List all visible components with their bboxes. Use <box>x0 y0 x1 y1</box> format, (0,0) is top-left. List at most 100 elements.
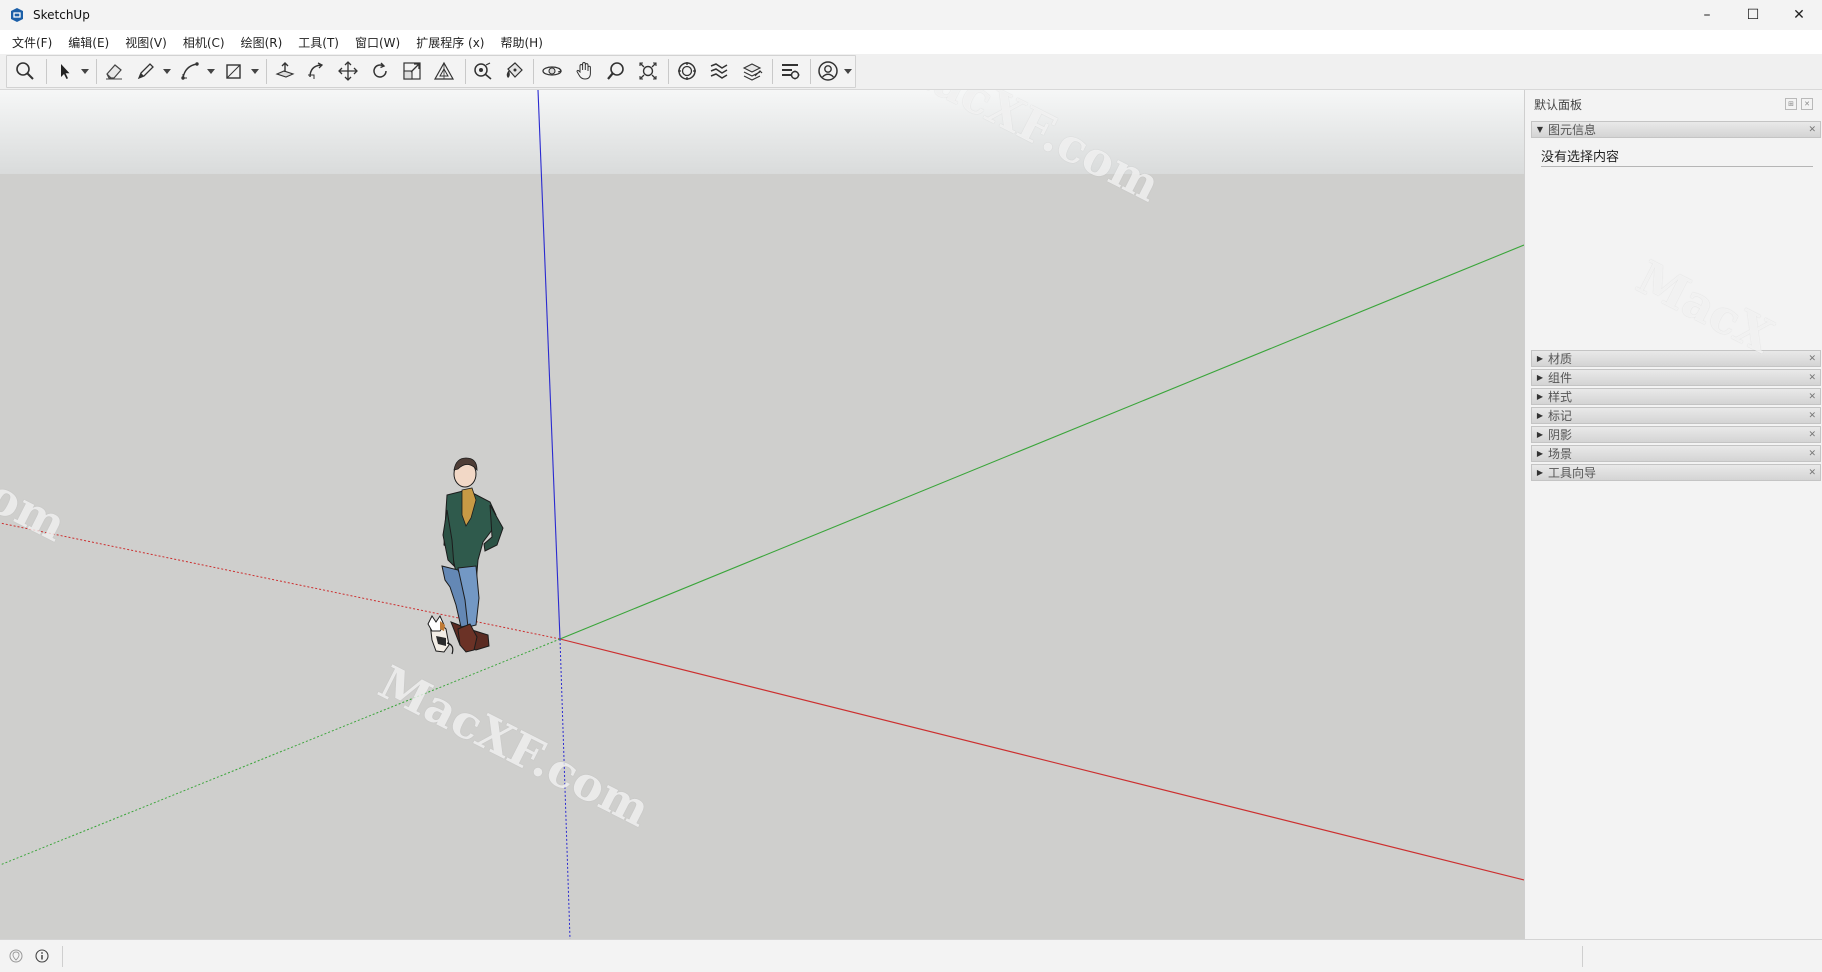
toolbar-separator <box>266 59 267 84</box>
status-separator <box>1582 946 1583 967</box>
close-button[interactable]: ✕ <box>1776 0 1822 30</box>
toolbar-separator <box>772 59 773 84</box>
close-icon[interactable]: ✕ <box>1808 430 1816 440</box>
toolbar-separator <box>668 59 669 84</box>
chevron-right-icon: ▶ <box>1536 354 1544 363</box>
status-separator <box>62 946 63 967</box>
pin-icon[interactable]: ⊞ <box>1785 98 1797 110</box>
rotate-icon[interactable] <box>367 58 393 84</box>
zoom-extents-icon[interactable] <box>635 58 661 84</box>
minimize-button[interactable]: – <box>1684 0 1730 30</box>
window-title: SketchUp <box>33 8 90 22</box>
toolbar-separator <box>465 59 466 84</box>
toolbar-separator <box>46 59 47 84</box>
menu-camera[interactable]: 相机(C) <box>175 34 233 51</box>
chevron-right-icon: ▶ <box>1536 468 1544 477</box>
close-icon[interactable]: ✕ <box>1808 468 1816 478</box>
tray-materials[interactable]: ▶ 材质 ✕ <box>1531 350 1821 367</box>
tray-shadows[interactable]: ▶ 阴影 ✕ <box>1531 426 1821 443</box>
chevron-right-icon: ▶ <box>1536 449 1544 458</box>
offset-icon[interactable] <box>431 58 457 84</box>
chevron-right-icon: ▶ <box>1536 411 1544 420</box>
sketchup-logo-icon <box>11 8 23 22</box>
chevron-right-icon: ▶ <box>1536 373 1544 382</box>
search-icon[interactable] <box>12 58 38 84</box>
paint-bucket-icon[interactable] <box>501 58 527 84</box>
extension-warehouse-icon[interactable] <box>706 58 732 84</box>
drawing-viewport[interactable]: MacXF.com MacXF.com om <box>0 90 1524 939</box>
panel-title: 默认面板 <box>1534 97 1583 112</box>
pan-icon[interactable] <box>571 58 597 84</box>
close-icon[interactable]: ✕ <box>1808 354 1816 364</box>
tray-label: 阴影 <box>1548 428 1573 442</box>
close-icon[interactable]: ✕ <box>1808 392 1816 402</box>
menu-bar: 文件(F) 编辑(E) 视图(V) 相机(C) 绘图(R) 工具(T) 窗口(W… <box>0 30 1822 54</box>
window-controls: – ☐ ✕ <box>1684 0 1822 30</box>
chevron-down-icon[interactable] <box>843 58 853 84</box>
close-icon[interactable]: ✕ <box>1808 373 1816 383</box>
chevron-down-icon[interactable] <box>162 58 172 84</box>
move-icon[interactable] <box>335 58 361 84</box>
tray-label: 材质 <box>1548 352 1573 366</box>
toolbar-separator <box>96 59 97 84</box>
extension-manager-icon[interactable] <box>777 58 803 84</box>
menu-view[interactable]: 视图(V) <box>117 34 175 51</box>
warehouse-icon[interactable] <box>674 58 700 84</box>
orbit-icon[interactable] <box>539 58 565 84</box>
chevron-right-icon: ▶ <box>1536 430 1544 439</box>
menu-draw[interactable]: 绘图(R) <box>233 34 291 51</box>
tray-label: 样式 <box>1548 390 1573 404</box>
rectangle-icon[interactable] <box>221 58 247 84</box>
account-icon[interactable] <box>815 58 841 84</box>
tray-tags[interactable]: ▶ 标记 ✕ <box>1531 407 1821 424</box>
entity-info-content: 没有选择内容 <box>1541 146 1813 167</box>
tray-entity-info[interactable]: ▼ 图元信息 ✕ <box>1531 121 1821 138</box>
model-scene <box>0 90 1524 939</box>
tray-label: 标记 <box>1548 409 1573 423</box>
scale-icon[interactable] <box>399 58 425 84</box>
layout-icon[interactable] <box>739 58 765 84</box>
default-tray-panel: 默认面板 ⊞ ✕ ▼ 图元信息 ✕ 没有选择内容 ▶ 材质 ✕ ▶ 组件 ✕ ▶… <box>1524 90 1822 939</box>
menu-tools[interactable]: 工具(T) <box>290 34 347 51</box>
menu-extensions[interactable]: 扩展程序 (x) <box>408 34 492 51</box>
chevron-down-icon: ▼ <box>1536 125 1544 134</box>
tray-styles[interactable]: ▶ 样式 ✕ <box>1531 388 1821 405</box>
panel-header: 默认面板 ⊞ ✕ <box>1531 94 1817 114</box>
close-icon[interactable]: ✕ <box>1801 98 1813 110</box>
menu-help[interactable]: 帮助(H) <box>492 34 550 51</box>
zoom-icon[interactable] <box>603 58 629 84</box>
info-icon[interactable] <box>34 948 50 964</box>
status-bar <box>0 939 1822 972</box>
tray-label: 工具向导 <box>1548 466 1597 480</box>
toolbar <box>0 54 1822 90</box>
select-icon[interactable] <box>52 58 78 84</box>
eraser-icon[interactable] <box>101 58 127 84</box>
menu-edit[interactable]: 编辑(E) <box>60 34 117 51</box>
follow-me-icon[interactable] <box>303 58 329 84</box>
chevron-down-icon[interactable] <box>80 58 90 84</box>
close-icon[interactable]: ✕ <box>1808 449 1816 459</box>
toolbar-separator <box>810 59 811 84</box>
push-pull-icon[interactable] <box>272 58 298 84</box>
maximize-button[interactable]: ☐ <box>1730 0 1776 30</box>
geo-location-icon[interactable] <box>8 948 24 964</box>
tray-label: 组件 <box>1548 371 1573 385</box>
watermark: MacX <box>1628 250 1782 364</box>
pencil-icon[interactable] <box>133 58 159 84</box>
chevron-down-icon[interactable] <box>206 58 216 84</box>
menu-window[interactable]: 窗口(W) <box>347 34 408 51</box>
tray-label: 场景 <box>1548 447 1573 461</box>
tray-label: 图元信息 <box>1548 123 1597 137</box>
tray-components[interactable]: ▶ 组件 ✕ <box>1531 369 1821 386</box>
menu-file[interactable]: 文件(F) <box>4 34 60 51</box>
tape-measure-icon[interactable] <box>470 58 496 84</box>
toolbar-separator <box>533 59 534 84</box>
close-icon[interactable]: ✕ <box>1808 411 1816 421</box>
tray-scenes[interactable]: ▶ 场景 ✕ <box>1531 445 1821 462</box>
title-bar: SketchUp – ☐ ✕ <box>0 0 1822 30</box>
chevron-down-icon[interactable] <box>250 58 260 84</box>
arc-icon[interactable] <box>177 58 203 84</box>
close-icon[interactable]: ✕ <box>1808 125 1816 135</box>
sky <box>0 90 1524 174</box>
tray-instructor[interactable]: ▶ 工具向导 ✕ <box>1531 464 1821 481</box>
